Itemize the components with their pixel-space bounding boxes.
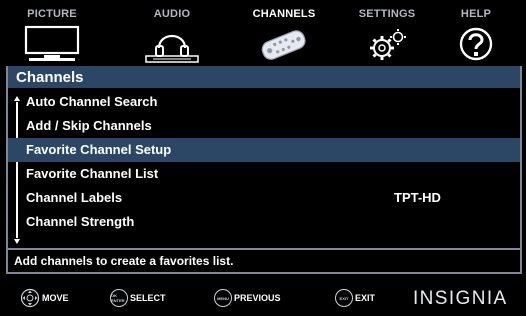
menu-item-label: Favorite Channel List xyxy=(26,166,159,181)
menu-button-icon: MENU xyxy=(214,289,232,307)
panel-header: Channels xyxy=(8,66,520,88)
menu-item-auto-channel-search[interactable]: Auto Channel Search xyxy=(8,90,520,114)
hint-move-label: MOVE xyxy=(42,293,69,303)
bottom-hint-bar: MOVE OK ENTER SELECT MENU PREVIOUS EXIT … xyxy=(0,280,526,316)
help-box: Add channels to create a favorites list. xyxy=(6,248,522,274)
panel-title: Channels xyxy=(16,69,84,86)
tab-settings[interactable]: SETTINGS xyxy=(341,4,433,66)
gears-icon xyxy=(358,24,416,69)
menu-item-add-skip-channels[interactable]: Add / Skip Channels xyxy=(8,114,520,138)
menu-item-label: Add / Skip Channels xyxy=(26,118,152,133)
hint-previous: MENU PREVIOUS xyxy=(214,287,281,309)
tab-settings-label: SETTINGS xyxy=(358,8,416,20)
hint-select: OK ENTER SELECT xyxy=(110,287,166,309)
menu-item-channel-labels[interactable]: Channel Labels TPT-HD xyxy=(8,186,520,210)
dpad-icon xyxy=(20,288,42,308)
menu-tabs: PICTURE AUDIO CHANNELS SETTINGS HELP xyxy=(6,4,520,66)
menu-item-label: Favorite Channel Setup xyxy=(26,142,172,157)
exit-button-icon: EXIT xyxy=(335,289,353,307)
tv-icon xyxy=(23,24,81,69)
hint-move: MOVE xyxy=(20,287,69,309)
channels-panel: Channels Auto Channel Search Add / Skip … xyxy=(6,66,522,250)
tab-channels[interactable]: CHANNELS xyxy=(238,4,330,66)
tab-audio-label: AUDIO xyxy=(153,8,191,20)
menu-item-label: Channel Labels xyxy=(26,190,123,205)
menu-item-channel-strength[interactable]: Channel Strength xyxy=(8,210,520,234)
tab-picture-label: PICTURE xyxy=(27,8,77,20)
tab-help[interactable]: HELP xyxy=(430,4,522,66)
help-text: Add channels to create a favorites list. xyxy=(14,254,234,268)
hint-previous-label: PREVIOUS xyxy=(234,293,281,303)
menu-item-favorite-channel-setup[interactable]: Favorite Channel Setup xyxy=(8,138,520,162)
menu-item-favorite-channel-list[interactable]: Favorite Channel List xyxy=(8,162,520,186)
hint-select-label: SELECT xyxy=(130,293,166,303)
tab-help-label: HELP xyxy=(460,8,492,20)
insignia-logo: INSIGNIA xyxy=(413,288,508,309)
scroll-down-arrow-icon[interactable] xyxy=(14,239,20,244)
channel-menu-list: Auto Channel Search Add / Skip Channels … xyxy=(8,90,520,234)
tv-menu-screen: PICTURE AUDIO CHANNELS SETTINGS HELP Cha… xyxy=(0,0,526,316)
hint-exit: EXIT EXIT xyxy=(335,287,375,309)
question-icon xyxy=(447,24,505,69)
tab-audio[interactable]: AUDIO xyxy=(126,4,218,66)
hint-exit-label: EXIT xyxy=(355,293,376,303)
exit-key-text: EXIT xyxy=(339,295,349,301)
channel-label-value: TPT-HD xyxy=(394,190,441,205)
tab-channels-label: CHANNELS xyxy=(252,8,316,20)
menu-item-label: Auto Channel Search xyxy=(26,94,158,109)
menu-item-label: Channel Strength xyxy=(26,214,135,229)
remote-icon xyxy=(254,24,314,69)
ok-enter-button-icon: OK ENTER xyxy=(110,289,128,307)
ok-enter-key-text: OK ENTER xyxy=(111,293,125,303)
tab-picture[interactable]: PICTURE xyxy=(6,4,98,66)
headphones-icon xyxy=(143,24,201,69)
menu-key-text: MENU xyxy=(217,295,229,301)
